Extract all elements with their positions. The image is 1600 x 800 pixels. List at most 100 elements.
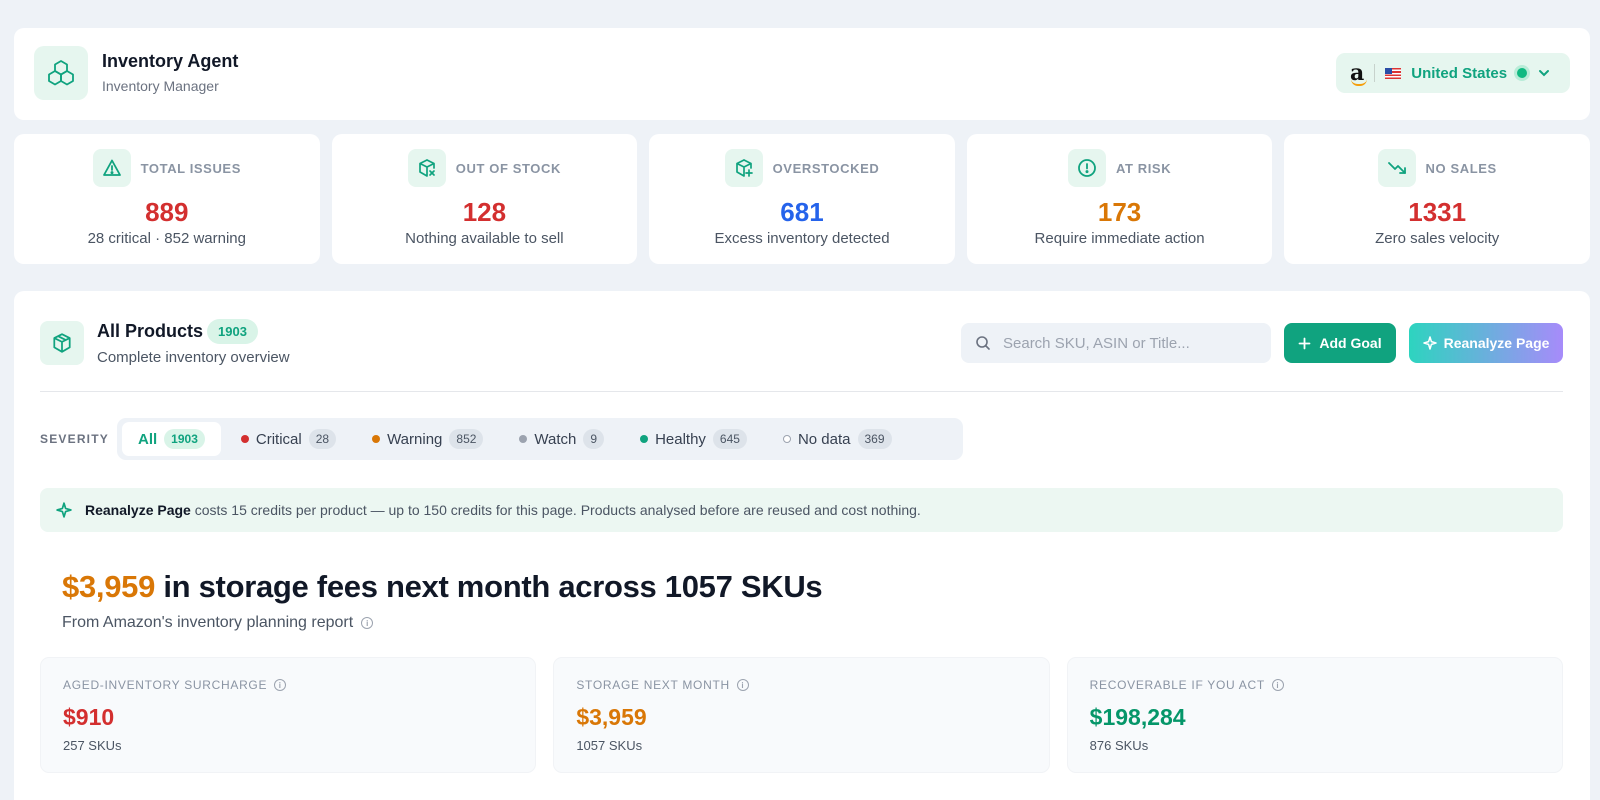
stat-value: 128	[462, 197, 507, 227]
us-flag-icon	[1385, 67, 1402, 79]
divider	[40, 391, 1563, 392]
warning-dot-icon	[372, 435, 381, 443]
search-input[interactable]	[1003, 334, 1243, 352]
stat-value: 681	[780, 197, 824, 227]
critical-dot-icon	[240, 435, 249, 443]
severity-chip-critical[interactable]: Critical 28	[225, 422, 352, 456]
banner-text: Reanalyze Page costs 15 credits per prod…	[85, 502, 921, 518]
stat-sub: 28 critical · 852 warning	[87, 230, 246, 247]
app-header: Inventory Agent Inventory Manager a Unit…	[14, 28, 1590, 120]
stat-label: OUT OF STOCK	[455, 160, 561, 176]
marketplace-selector[interactable]: a United States	[1336, 53, 1570, 93]
card-label: AGED-INVENTORY SURCHARGE	[63, 678, 268, 692]
chip-label: Healthy	[655, 430, 706, 448]
chip-count: 852	[449, 429, 484, 449]
card-sub: 876 SKUs	[1089, 738, 1149, 753]
app-subtitle: Inventory Manager	[102, 78, 219, 94]
stat-label: OVERSTOCKED	[772, 160, 880, 176]
add-goal-button[interactable]: Add Goal	[1284, 323, 1396, 363]
cubes-logo-icon	[34, 46, 88, 100]
chip-label: Critical	[255, 430, 302, 448]
box-plus-icon	[724, 149, 763, 187]
product-count-badge: 1903	[207, 319, 258, 344]
stat-label: AT RISK	[1115, 160, 1172, 176]
watch-dot-icon	[519, 435, 528, 443]
storage-fee-text: in storage fees next month across 1057 S…	[155, 569, 823, 604]
card-value: $3,959	[576, 704, 647, 730]
source-text: From Amazon's inventory planning report	[62, 614, 354, 631]
sparkle-icon	[56, 502, 72, 518]
no-data-dot-icon	[782, 435, 791, 443]
chevron-down-icon	[1539, 70, 1550, 77]
status-dot-icon	[1517, 68, 1528, 78]
stat-value: 1331	[1408, 197, 1467, 227]
storage-fee-headline: $3,959 in storage fees next month across…	[62, 569, 823, 605]
stat-value: 173	[1097, 197, 1142, 227]
storage-fee-source: From Amazon's inventory planning report …	[62, 614, 374, 632]
severity-chip-warning[interactable]: Warning 852	[356, 422, 499, 456]
stat-sub: Zero sales velocity	[1375, 230, 1500, 247]
stat-card-no-sales[interactable]: NO SALES 1331 Zero sales velocity	[1284, 134, 1590, 264]
info-icon[interactable]: i	[1271, 679, 1284, 691]
healthy-dot-icon	[640, 435, 649, 443]
search-box	[961, 323, 1271, 363]
severity-filter: All 1903 Critical 28 Warning 852 Watch 9…	[117, 418, 963, 460]
card-value: $910	[63, 704, 115, 730]
card-label: STORAGE NEXT MONTH	[576, 678, 730, 692]
storage-fee-amount: $3,959	[62, 569, 156, 604]
stat-card-at-risk[interactable]: AT RISK 173 Require immediate action	[966, 134, 1273, 264]
severity-chip-all[interactable]: All 1903	[122, 422, 221, 456]
app-title: Inventory Agent	[102, 51, 239, 71]
info-icon[interactable]: i	[361, 617, 374, 629]
stat-sub: Require immediate action	[1034, 230, 1205, 247]
chip-label: No data	[797, 430, 851, 448]
divider	[1374, 64, 1376, 82]
alert-circle-icon	[1067, 149, 1106, 187]
section-subtitle: Complete inventory overview	[97, 349, 290, 366]
chip-label: Warning	[387, 430, 443, 448]
severity-chip-healthy[interactable]: Healthy 645	[624, 422, 763, 456]
amazon-icon: a	[1350, 60, 1368, 86]
stat-value: 889	[145, 197, 189, 227]
chip-label: All	[138, 430, 158, 448]
box-icon	[40, 321, 84, 365]
trend-down-icon	[1377, 149, 1416, 187]
fee-cards: AGED-INVENTORY SURCHARGE i $910 257 SKUs …	[40, 657, 1563, 773]
section-title: All Products	[97, 321, 204, 341]
plus-icon	[1298, 337, 1311, 349]
info-icon[interactable]: i	[736, 679, 749, 691]
card-sub: 1057 SKUs	[576, 738, 643, 753]
add-goal-label: Add Goal	[1319, 335, 1382, 351]
stat-card-overstocked[interactable]: OVERSTOCKED 681 Excess inventory detecte…	[649, 134, 955, 264]
chip-count: 369	[857, 429, 892, 449]
products-panel: All Products 1903 Complete inventory ove…	[14, 291, 1590, 800]
severity-label: SEVERITY	[40, 432, 109, 446]
chip-label: Watch	[534, 430, 577, 448]
credits-info-banner: Reanalyze Page costs 15 credits per prod…	[40, 488, 1563, 532]
stat-sub: Excess inventory detected	[714, 230, 890, 247]
warning-icon	[92, 149, 131, 187]
stat-sub: Nothing available to sell	[405, 230, 564, 247]
card-sub: 257 SKUs	[63, 738, 122, 753]
chip-count: 9	[583, 429, 605, 449]
stat-card-total-issues[interactable]: TOTAL ISSUES 889 28 critical · 852 warni…	[14, 134, 320, 264]
banner-strong: Reanalyze Page	[85, 502, 191, 518]
chip-count: 28	[308, 429, 337, 449]
stat-card-out-of-stock[interactable]: OUT OF STOCK 128 Nothing available to se…	[331, 134, 638, 264]
severity-chip-no-data[interactable]: No data 369	[767, 422, 908, 456]
reanalyze-page-button[interactable]: Reanalyze Page	[1409, 323, 1563, 363]
card-label: RECOVERABLE IF YOU ACT	[1089, 678, 1265, 692]
marketplace-label: United States	[1411, 64, 1508, 82]
chip-count: 1903	[164, 429, 205, 449]
fee-card-aged-surcharge: AGED-INVENTORY SURCHARGE i $910 257 SKUs	[40, 657, 537, 773]
card-value: $198,284	[1089, 704, 1186, 730]
info-icon[interactable]: i	[274, 679, 287, 691]
search-icon	[976, 336, 990, 350]
severity-chip-watch[interactable]: Watch 9	[503, 422, 620, 456]
banner-detail: costs 15 credits per product — up to 150…	[190, 502, 921, 518]
chip-count: 645	[712, 429, 747, 449]
stat-label: TOTAL ISSUES	[140, 160, 241, 176]
sparkle-icon	[1422, 336, 1437, 350]
box-x-icon	[407, 149, 446, 187]
stat-label: NO SALES	[1425, 160, 1497, 176]
